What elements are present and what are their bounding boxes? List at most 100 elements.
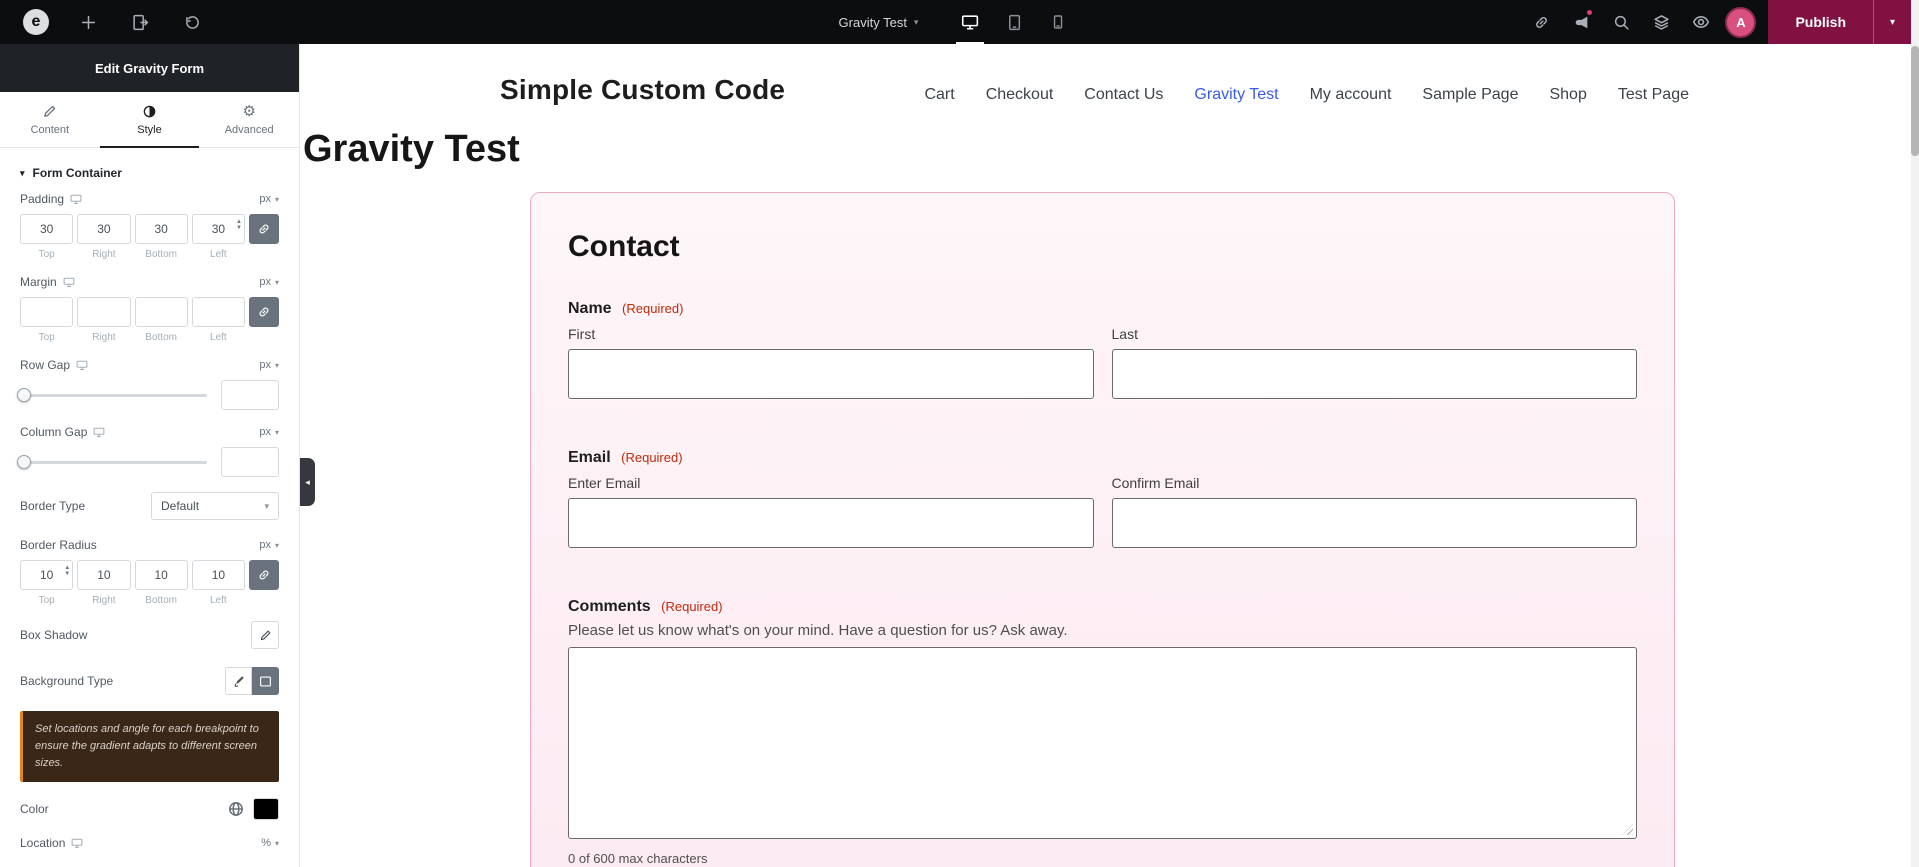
document-switcher[interactable]: Gravity Test ▾	[839, 0, 919, 44]
panel-tabs: Content Style ⚙ Advanced	[0, 92, 299, 148]
tab-style[interactable]: Style	[99, 92, 200, 148]
slider-knob[interactable]	[17, 455, 31, 469]
link-button[interactable]	[1521, 0, 1561, 44]
tablet-icon	[1008, 14, 1020, 30]
slider-knob[interactable]	[17, 388, 31, 402]
background-type-control: Background Type	[0, 667, 299, 695]
column-gap-input[interactable]	[221, 447, 279, 477]
publish-options-button[interactable]: ▾	[1873, 0, 1911, 44]
border-radius-link-values-button[interactable]	[249, 560, 279, 590]
finder-search-button[interactable]	[1601, 0, 1641, 44]
monitor-icon[interactable]	[71, 837, 83, 849]
margin-left-input[interactable]	[191, 297, 245, 327]
form-title: Contact	[568, 230, 680, 263]
border-type-select[interactable]: Default ▾	[151, 492, 279, 520]
link-icon	[1536, 16, 1547, 28]
preview-button[interactable]	[1681, 0, 1721, 44]
topbar: e Gravity Test ▾ A Publish ▾	[0, 0, 1919, 44]
name-field-label: Name	[568, 300, 612, 317]
background-gradient-button[interactable]	[252, 667, 279, 695]
chevron-down-icon: ▾	[274, 838, 279, 848]
tab-content[interactable]: Content	[0, 92, 100, 147]
site-title[interactable]: Simple Custom Code	[500, 74, 785, 106]
history-button[interactable]	[172, 0, 212, 44]
column-gap-unit-select[interactable]: px ▾	[259, 426, 279, 438]
monitor-icon[interactable]	[63, 276, 75, 288]
tab-advanced[interactable]: ⚙ Advanced	[199, 92, 299, 147]
device-desktop-button[interactable]	[948, 0, 992, 44]
add-element-button[interactable]	[68, 0, 108, 44]
padding-top-input[interactable]	[20, 214, 74, 244]
whats-new-button[interactable]	[1561, 0, 1601, 44]
border-radius-left-input[interactable]	[191, 560, 245, 590]
color-label: Color	[20, 802, 49, 817]
last-name-sublabel: Last	[1111, 326, 1138, 342]
publish-group: Publish ▾	[1768, 0, 1911, 44]
scrollbar-thumb[interactable]	[1911, 46, 1919, 156]
color-swatch[interactable]	[253, 798, 279, 821]
comments-field-label: Comments	[568, 598, 651, 615]
enter-email-sublabel: Enter Email	[568, 475, 641, 491]
monitor-icon[interactable]	[93, 426, 105, 438]
device-tablet-button[interactable]	[992, 0, 1036, 44]
row-gap-unit-select[interactable]: px ▾	[259, 359, 279, 371]
global-colors-button[interactable]	[227, 800, 245, 818]
gravity-form-container[interactable]: Contact Name (Required) First Last Email…	[530, 192, 1675, 867]
nav-link-cart[interactable]: Cart	[924, 86, 954, 104]
first-name-input[interactable]	[568, 349, 1094, 399]
nav-link-checkout[interactable]: Checkout	[986, 86, 1054, 104]
border-radius-right-input[interactable]	[77, 560, 131, 590]
box-shadow-edit-button[interactable]	[251, 621, 279, 649]
column-gap-control: Column Gap px ▾	[0, 425, 299, 477]
border-radius-bottom-input[interactable]	[134, 560, 188, 590]
padding-link-values-button[interactable]	[249, 214, 279, 244]
nav-link-gravity-test[interactable]: Gravity Test	[1194, 86, 1278, 104]
confirm-email-input[interactable]	[1111, 498, 1637, 548]
device-mobile-button[interactable]	[1036, 0, 1080, 44]
scrollbar-track[interactable]	[1911, 0, 1919, 867]
padding-unit-select[interactable]: px ▾	[259, 193, 279, 205]
margin-unit-select[interactable]: px ▾	[259, 276, 279, 288]
preview-changes-button[interactable]	[120, 0, 160, 44]
margin-right-input[interactable]	[77, 297, 131, 327]
stepper-arrows[interactable]: ▲ ▼	[236, 219, 242, 231]
row-gap-input[interactable]	[221, 380, 279, 410]
structure-button[interactable]	[1641, 0, 1681, 44]
column-gap-slider[interactable]	[17, 455, 207, 469]
chevron-down-icon: ▾	[264, 500, 269, 511]
background-classic-button[interactable]	[225, 667, 252, 695]
margin-bottom-input[interactable]	[134, 297, 188, 327]
enter-email-input[interactable]	[568, 498, 1094, 548]
nav-link-shop[interactable]: Shop	[1549, 86, 1586, 104]
box-shadow-label: Box Shadow	[20, 628, 88, 642]
monitor-icon[interactable]	[76, 359, 88, 371]
paint-brush-icon	[234, 676, 244, 687]
padding-right-input[interactable]	[77, 214, 131, 244]
monitor-icon[interactable]	[70, 193, 82, 205]
dim-label: Bottom	[145, 332, 177, 343]
row-gap-control: Row Gap px ▾	[0, 358, 299, 410]
section-form-container[interactable]: ▾ Form Container	[0, 148, 299, 192]
comments-field-group: Comments (Required) Please let us know w…	[568, 598, 1637, 866]
padding-bottom-input[interactable]	[134, 214, 188, 244]
gradient-color-control: Color	[0, 798, 299, 821]
publish-button[interactable]: Publish	[1768, 0, 1873, 44]
margin-top-input[interactable]	[20, 297, 74, 327]
stepper-arrows[interactable]: ▲ ▼	[64, 565, 70, 577]
elementor-panel: Edit Gravity Form Content Style ⚙ Advanc…	[0, 44, 300, 867]
last-name-input[interactable]	[1111, 349, 1637, 399]
nav-link-test-page[interactable]: Test Page	[1618, 86, 1689, 104]
nav-link-my-account[interactable]: My account	[1310, 86, 1392, 104]
border-radius-unit-select[interactable]: px ▾	[259, 539, 279, 551]
row-gap-slider[interactable]	[17, 388, 207, 402]
nav-link-sample-page[interactable]: Sample Page	[1422, 86, 1518, 104]
user-avatar[interactable]: A	[1727, 8, 1755, 36]
comments-textarea[interactable]	[568, 647, 1637, 839]
location-unit-select[interactable]: % ▾	[261, 837, 279, 849]
elementor-menu-button[interactable]: e	[16, 0, 56, 44]
elementor-logo-icon: e	[23, 9, 49, 35]
search-icon	[1614, 15, 1629, 30]
panel-collapse-handle[interactable]: ◂	[300, 458, 315, 506]
nav-link-contact-us[interactable]: Contact Us	[1084, 86, 1163, 104]
margin-link-values-button[interactable]	[249, 297, 279, 327]
